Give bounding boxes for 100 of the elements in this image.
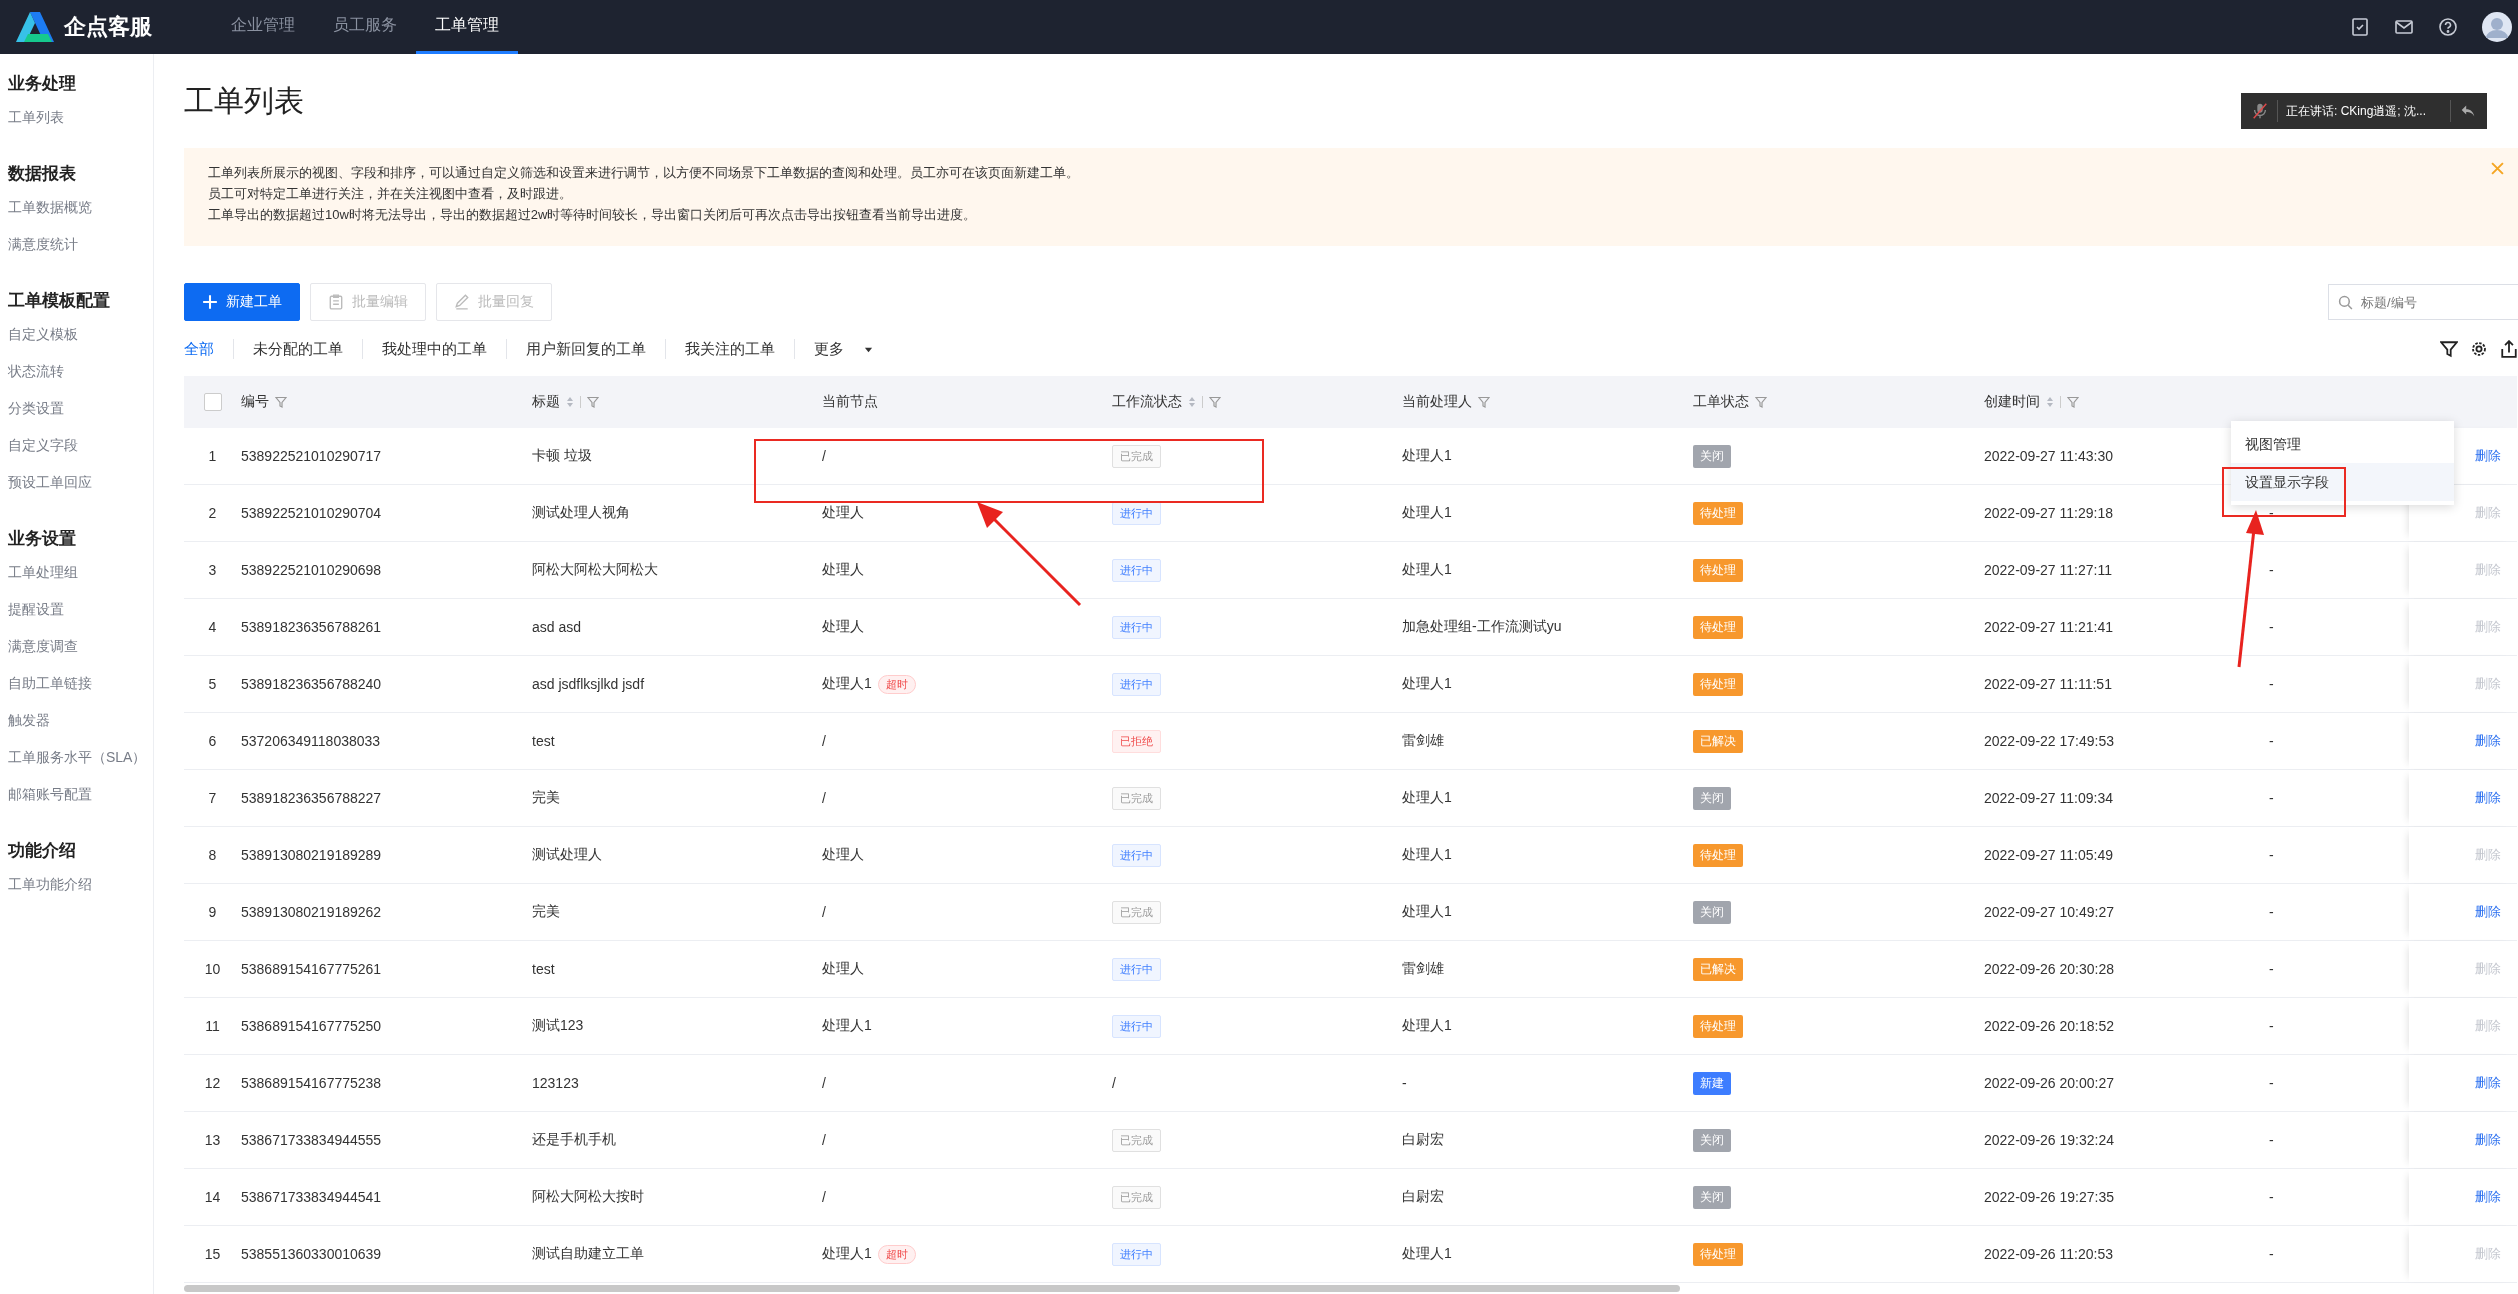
sidebar-item[interactable]: 工单处理组 — [8, 564, 153, 582]
handler: 处理人1 — [1402, 561, 1452, 579]
view-tab[interactable]: 我关注的工单 — [666, 339, 794, 359]
created-time: 2022-09-26 19:32:24 — [1984, 1132, 2114, 1148]
delete-link[interactable]: 删除 — [2475, 789, 2501, 807]
help-icon[interactable] — [2438, 17, 2458, 37]
created-time: 2022-09-26 20:30:28 — [1984, 961, 2114, 977]
sidebar-item[interactable]: 提醒设置 — [8, 601, 153, 619]
row-number: 2 — [208, 505, 217, 521]
nav-tab[interactable]: 企业管理 — [212, 0, 314, 54]
delete-link[interactable]: 删除 — [2475, 1074, 2501, 1092]
new-ticket-button[interactable]: 新建工单 — [184, 283, 300, 321]
view-tab[interactable]: 我处理中的工单 — [363, 339, 506, 359]
node-label: 处理人1 — [822, 675, 872, 693]
sort-icon[interactable] — [2046, 396, 2054, 408]
table-cell: - — [2269, 790, 2274, 806]
avatar-icon[interactable] — [2482, 12, 2512, 42]
column-header[interactable]: 当前节点 — [822, 393, 878, 411]
sidebar-item[interactable]: 邮箱账号配置 — [8, 786, 153, 804]
column-header[interactable]: 编号 — [241, 393, 287, 411]
sidebar-item[interactable]: 自助工单链接 — [8, 675, 153, 693]
clipboard-icon — [328, 294, 344, 310]
node-label: 处理人 — [822, 504, 864, 522]
view-tab[interactable]: 用户新回复的工单 — [507, 339, 665, 359]
handler: 处理人1 — [1402, 846, 1452, 864]
sidebar-item[interactable]: 满意度统计 — [8, 236, 153, 254]
search-field[interactable]: 标题/编号 — [2328, 284, 2518, 320]
sidebar-item[interactable]: 自定义模板 — [8, 326, 153, 344]
sort-icon[interactable] — [1188, 396, 1196, 408]
muted-mic-icon[interactable] — [2251, 102, 2269, 120]
sidebar-item[interactable]: 预设工单回应 — [8, 474, 153, 492]
sidebar-item[interactable]: 工单功能介绍 — [8, 876, 153, 894]
column-header[interactable]: 工单状态 — [1693, 393, 1767, 411]
scrollbar-thumb[interactable] — [184, 1285, 1680, 1292]
status-tag: 新建 — [1693, 1071, 1731, 1095]
sidebar-item[interactable]: 分类设置 — [8, 400, 153, 418]
delete-link[interactable]: 删除 — [2475, 732, 2501, 750]
handler: 处理人1 — [1402, 447, 1452, 465]
close-icon[interactable] — [2491, 162, 2504, 175]
ticket-id: 538922521010290717 — [241, 448, 382, 464]
menu-item[interactable]: 设置显示字段 — [2231, 463, 2454, 501]
table-cell: - — [2269, 619, 2274, 635]
handler: 加急处理组-工作流测试yu — [1402, 618, 1562, 636]
sort-icon[interactable] — [566, 396, 574, 408]
sidebar-item[interactable]: 状态流转 — [8, 363, 153, 381]
filter-icon[interactable] — [2440, 340, 2458, 358]
ticket-title: 完美 — [532, 789, 560, 807]
status-tag: 关闭 — [1693, 1128, 1731, 1152]
sidebar-item[interactable]: 满意度调查 — [8, 638, 153, 656]
settings-icon[interactable] — [2470, 340, 2488, 358]
select-all-checkbox[interactable] — [203, 393, 222, 411]
nav-tab[interactable]: 员工服务 — [314, 0, 416, 54]
row-number: 13 — [204, 1132, 221, 1148]
node-label: / — [822, 1132, 826, 1148]
sidebar-heading: 数据报表 — [8, 163, 77, 185]
menu-item[interactable]: 视图管理 — [2231, 425, 2454, 463]
delete-link[interactable]: 删除 — [2475, 903, 2501, 921]
export-icon[interactable] — [2500, 340, 2518, 358]
node-label: 处理人 — [822, 618, 864, 636]
handler: 处理人1 — [1402, 789, 1452, 807]
created-time: 2022-09-27 11:09:34 — [1984, 790, 2113, 806]
view-tab[interactable]: 全部 — [184, 339, 233, 359]
column-header[interactable]: 工作流状态 — [1112, 393, 1221, 411]
status-tag: 已解决 — [1693, 729, 1743, 753]
mail-icon[interactable] — [2394, 17, 2414, 37]
delete-link[interactable]: 删除 — [2475, 1131, 2501, 1149]
sidebar-item[interactable]: 工单列表 — [8, 109, 153, 127]
column-header[interactable]: 标题 — [532, 393, 599, 411]
node-label: 处理人 — [822, 561, 864, 579]
handler: 白尉宏 — [1402, 1131, 1444, 1149]
delete-link[interactable]: 删除 — [2475, 1188, 2501, 1206]
ticket-title: 阿松大阿松大按时 — [532, 1188, 644, 1206]
view-tab[interactable]: 更多 — [795, 339, 892, 359]
ticket-id: 538551360330010639 — [241, 1246, 382, 1262]
task-icon[interactable] — [2350, 17, 2370, 37]
handler: 处理人1 — [1402, 903, 1452, 921]
created-time: 2022-09-26 11:20:53 — [1984, 1246, 2113, 1262]
column-header[interactable]: 当前处理人 — [1402, 393, 1490, 411]
view-tab[interactable]: 未分配的工单 — [234, 339, 362, 359]
sidebar-item[interactable]: 工单服务水平（SLA） — [8, 749, 153, 767]
sidebar-item[interactable]: 自定义字段 — [8, 437, 153, 455]
table-cell: - — [2269, 961, 2274, 977]
workflow-status: 已完成 — [1112, 900, 1161, 924]
table-cell: - — [2269, 1132, 2274, 1148]
workflow-status: 进行中 — [1112, 1014, 1161, 1038]
row-number: 7 — [208, 790, 217, 806]
workflow-status: 进行中 — [1112, 558, 1161, 582]
nav-tab[interactable]: 工单管理 — [416, 0, 518, 54]
node-label: 处理人1 — [822, 1245, 872, 1263]
column-header[interactable]: 创建时间 — [1984, 393, 2079, 411]
node-label: 处理人 — [822, 846, 864, 864]
delete-link[interactable]: 删除 — [2475, 447, 2501, 465]
sidebar-item[interactable]: 工单数据概览 — [8, 199, 153, 217]
pencil-icon — [454, 294, 470, 310]
sidebar-item[interactable]: 触发器 — [8, 712, 153, 730]
workflow-status: 已完成 — [1112, 786, 1161, 810]
overdue-tag: 超时 — [877, 674, 916, 694]
node-label: / — [822, 733, 826, 749]
created-time: 2022-09-27 11:21:41 — [1984, 619, 2113, 635]
handler: 雷剑雄 — [1402, 960, 1444, 978]
